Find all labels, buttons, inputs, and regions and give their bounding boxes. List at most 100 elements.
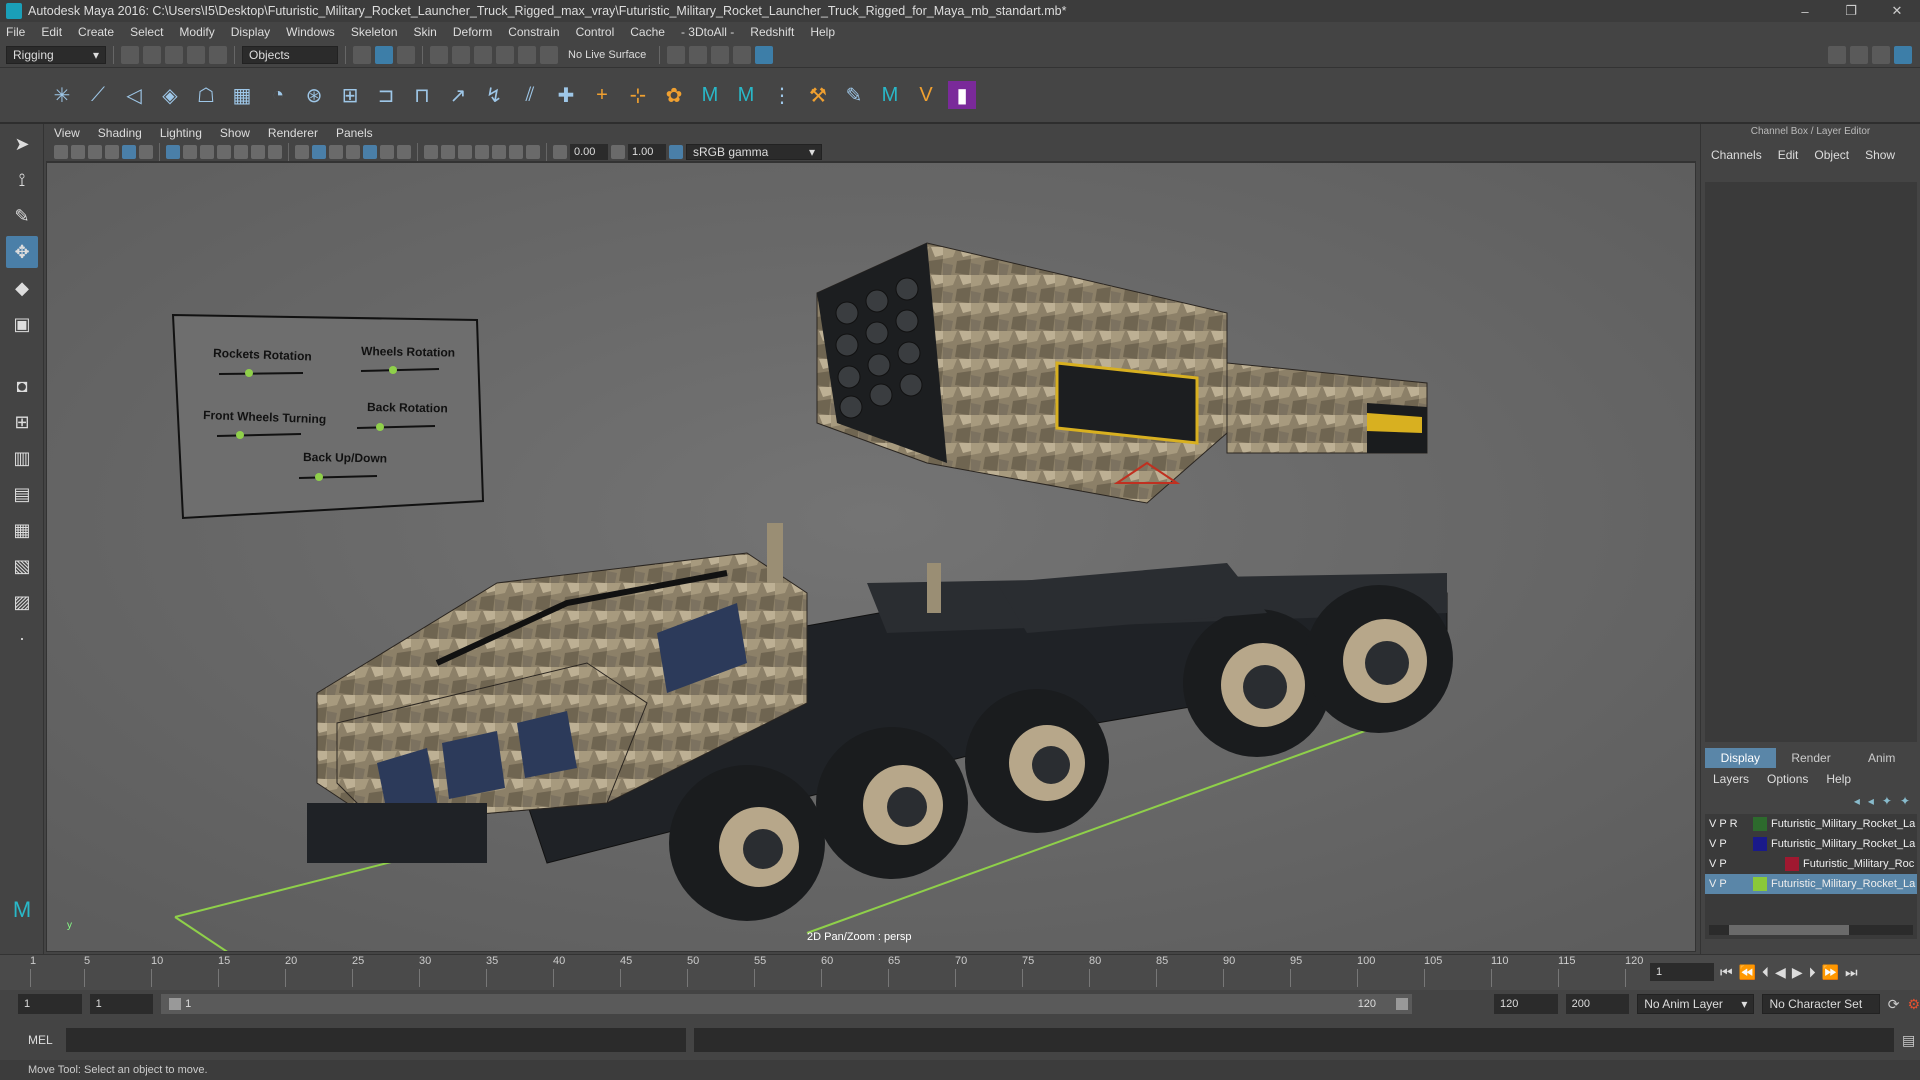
smooth-shade-icon[interactable] <box>312 144 326 159</box>
dots-icon[interactable]: ⋮ <box>768 81 796 109</box>
step-back-frame-icon[interactable]: ⏪ <box>1739 964 1756 981</box>
cluster-icon[interactable]: ⊐ <box>372 81 400 109</box>
safe-title-icon[interactable] <box>268 144 282 159</box>
layer-row[interactable]: V P Futuristic_Military_Roc <box>1705 854 1917 874</box>
graph-editor-icon[interactable]: ▮ <box>948 81 976 109</box>
move-layer-down-icon[interactable]: ◂ <box>1868 794 1874 808</box>
rig-tool-icon[interactable]: ⚒ <box>804 81 832 109</box>
parent-constraint-icon[interactable]: ⫽ <box>516 81 544 109</box>
wireframe-on-shaded-icon[interactable] <box>329 144 343 159</box>
menu-create[interactable]: Create <box>78 25 114 39</box>
render-view-icon[interactable] <box>733 45 752 64</box>
menu-cache[interactable]: Cache <box>630 25 665 39</box>
select-tool-icon[interactable]: ➤ <box>6 128 38 160</box>
menu-edit[interactable]: Edit <box>41 25 62 39</box>
menuset-dropdown[interactable]: Rigging ▾ <box>6 45 106 64</box>
safe-action-icon[interactable] <box>251 144 265 159</box>
playback-end-field[interactable]: 120 <box>1494 994 1558 1014</box>
wheels-rotation-slider[interactable] <box>389 366 397 374</box>
undo-icon[interactable] <box>187 45 205 64</box>
restore-button[interactable]: ❐ <box>1828 3 1874 19</box>
menu-modify[interactable]: Modify <box>179 25 214 39</box>
gate-mask-icon[interactable] <box>217 144 231 159</box>
layer-color-swatch[interactable] <box>1753 877 1767 891</box>
perspective-viewport[interactable]: Rockets Rotation Wheels Rotation Front W… <box>46 162 1696 952</box>
antialiasing-icon[interactable] <box>441 144 455 159</box>
channel-menu-channels[interactable]: Channels <box>1711 148 1762 162</box>
colorspace-dropdown[interactable]: sRGB gamma ▾ <box>686 143 822 160</box>
render-settings-icon[interactable] <box>667 45 686 64</box>
snap-point-icon[interactable] <box>474 45 492 64</box>
humanik-icon[interactable]: ☖ <box>192 81 220 109</box>
go-to-end-icon[interactable]: ⏭ <box>1845 964 1858 981</box>
maya-logo-shelf-icon[interactable]: M <box>732 81 760 109</box>
wireframe-icon[interactable] <box>295 144 309 159</box>
maya-logo-shelf-icon[interactable]: M <box>876 81 904 109</box>
exposure-field[interactable]: 0.00 <box>570 143 608 160</box>
snap-live-icon[interactable] <box>540 45 558 64</box>
tab-render[interactable]: Render <box>1776 748 1847 768</box>
grid-icon[interactable] <box>166 144 180 159</box>
front-wheels-turning-slider[interactable] <box>236 431 244 439</box>
joint-tool-icon[interactable]: ✳ <box>48 81 76 109</box>
menu-skeleton[interactable]: Skeleton <box>351 25 398 39</box>
snap-plane-icon[interactable] <box>496 45 514 64</box>
menu-constrain[interactable]: Constrain <box>508 25 559 39</box>
workspace-icon[interactable] <box>1828 45 1846 64</box>
menu-help[interactable]: Help <box>810 25 835 39</box>
layer-flags[interactable]: V P R <box>1709 818 1749 830</box>
layer-list-scrollbar[interactable] <box>1709 925 1913 935</box>
isolate-select-icon[interactable] <box>475 144 489 159</box>
xray-icon[interactable] <box>492 144 506 159</box>
tab-display[interactable]: Display <box>1705 748 1776 768</box>
point-constraint-icon[interactable]: ⊓ <box>408 81 436 109</box>
layer-flags[interactable]: V P <box>1709 878 1749 890</box>
pole-vector-icon[interactable]: ✚ <box>552 81 580 109</box>
animation-end-field[interactable]: 200 <box>1565 994 1630 1014</box>
lasso-tool-icon[interactable]: ⟟ <box>6 164 38 196</box>
layout-3-icon[interactable]: ▦ <box>6 514 38 546</box>
current-frame-field[interactable]: 1 <box>1650 963 1714 981</box>
gamma-icon[interactable] <box>611 144 625 159</box>
field-chart-icon[interactable] <box>234 144 248 159</box>
layout-5-icon[interactable]: ▨ <box>6 586 38 618</box>
pan-zoom-icon[interactable] <box>122 144 136 159</box>
rotate-tool-icon[interactable]: ◆ <box>6 272 38 304</box>
depth-of-field-icon[interactable] <box>458 144 472 159</box>
color-management-icon[interactable] <box>669 144 683 159</box>
new-layer-icon[interactable]: ✦ <box>1882 794 1892 808</box>
open-scene-icon[interactable] <box>143 45 161 64</box>
select-mode-dropdown[interactable]: Objects <box>242 45 338 64</box>
more-layouts-icon[interactable]: · <box>6 622 38 654</box>
layer-flags[interactable]: V P <box>1709 858 1781 870</box>
select-hierarchy-icon[interactable] <box>353 45 371 64</box>
attribute-editor-icon[interactable] <box>1850 45 1868 64</box>
close-button[interactable]: ✕ <box>1874 3 1920 19</box>
aim-constraint-icon[interactable]: ↗ <box>444 81 472 109</box>
use-lights-icon[interactable] <box>363 144 377 159</box>
back-updown-slider[interactable] <box>315 473 323 481</box>
layer-color-swatch[interactable] <box>1785 857 1799 871</box>
select-component-icon[interactable] <box>397 45 415 64</box>
blend-shape-icon[interactable]: ✿ <box>660 81 688 109</box>
insert-joint-icon[interactable]: ◈ <box>156 81 184 109</box>
mel-label[interactable]: MEL <box>28 1033 58 1047</box>
ik-spline-icon[interactable]: ◁ <box>120 81 148 109</box>
menu-control[interactable]: Control <box>576 25 615 39</box>
layer-flags[interactable]: V P <box>1709 838 1749 850</box>
step-forward-frame-icon[interactable]: ⏩ <box>1822 964 1839 981</box>
paint-select-icon[interactable]: ✎ <box>6 200 38 232</box>
render-frame-icon[interactable] <box>689 45 708 64</box>
orient-constraint-icon[interactable]: ↯ <box>480 81 508 109</box>
textured-icon[interactable] <box>346 144 360 159</box>
interactive-bind-icon[interactable]: ◔ <box>264 81 292 109</box>
maya-logo-shelf-icon[interactable]: M <box>696 81 724 109</box>
v-tool-icon[interactable]: V <box>912 81 940 109</box>
playback-start-field[interactable]: 1 <box>89 994 154 1014</box>
layout-2-icon[interactable]: ▤ <box>6 478 38 510</box>
layer-color-swatch[interactable] <box>1753 837 1767 851</box>
menu-select[interactable]: Select <box>130 25 163 39</box>
layout-1-icon[interactable]: ▥ <box>6 442 38 474</box>
time-slider[interactable]: 1 5 10 15 20 25 30 35 40 45 50 55 60 65 … <box>0 954 1920 990</box>
ik-handle-icon[interactable]: ⟋ <box>84 81 112 109</box>
